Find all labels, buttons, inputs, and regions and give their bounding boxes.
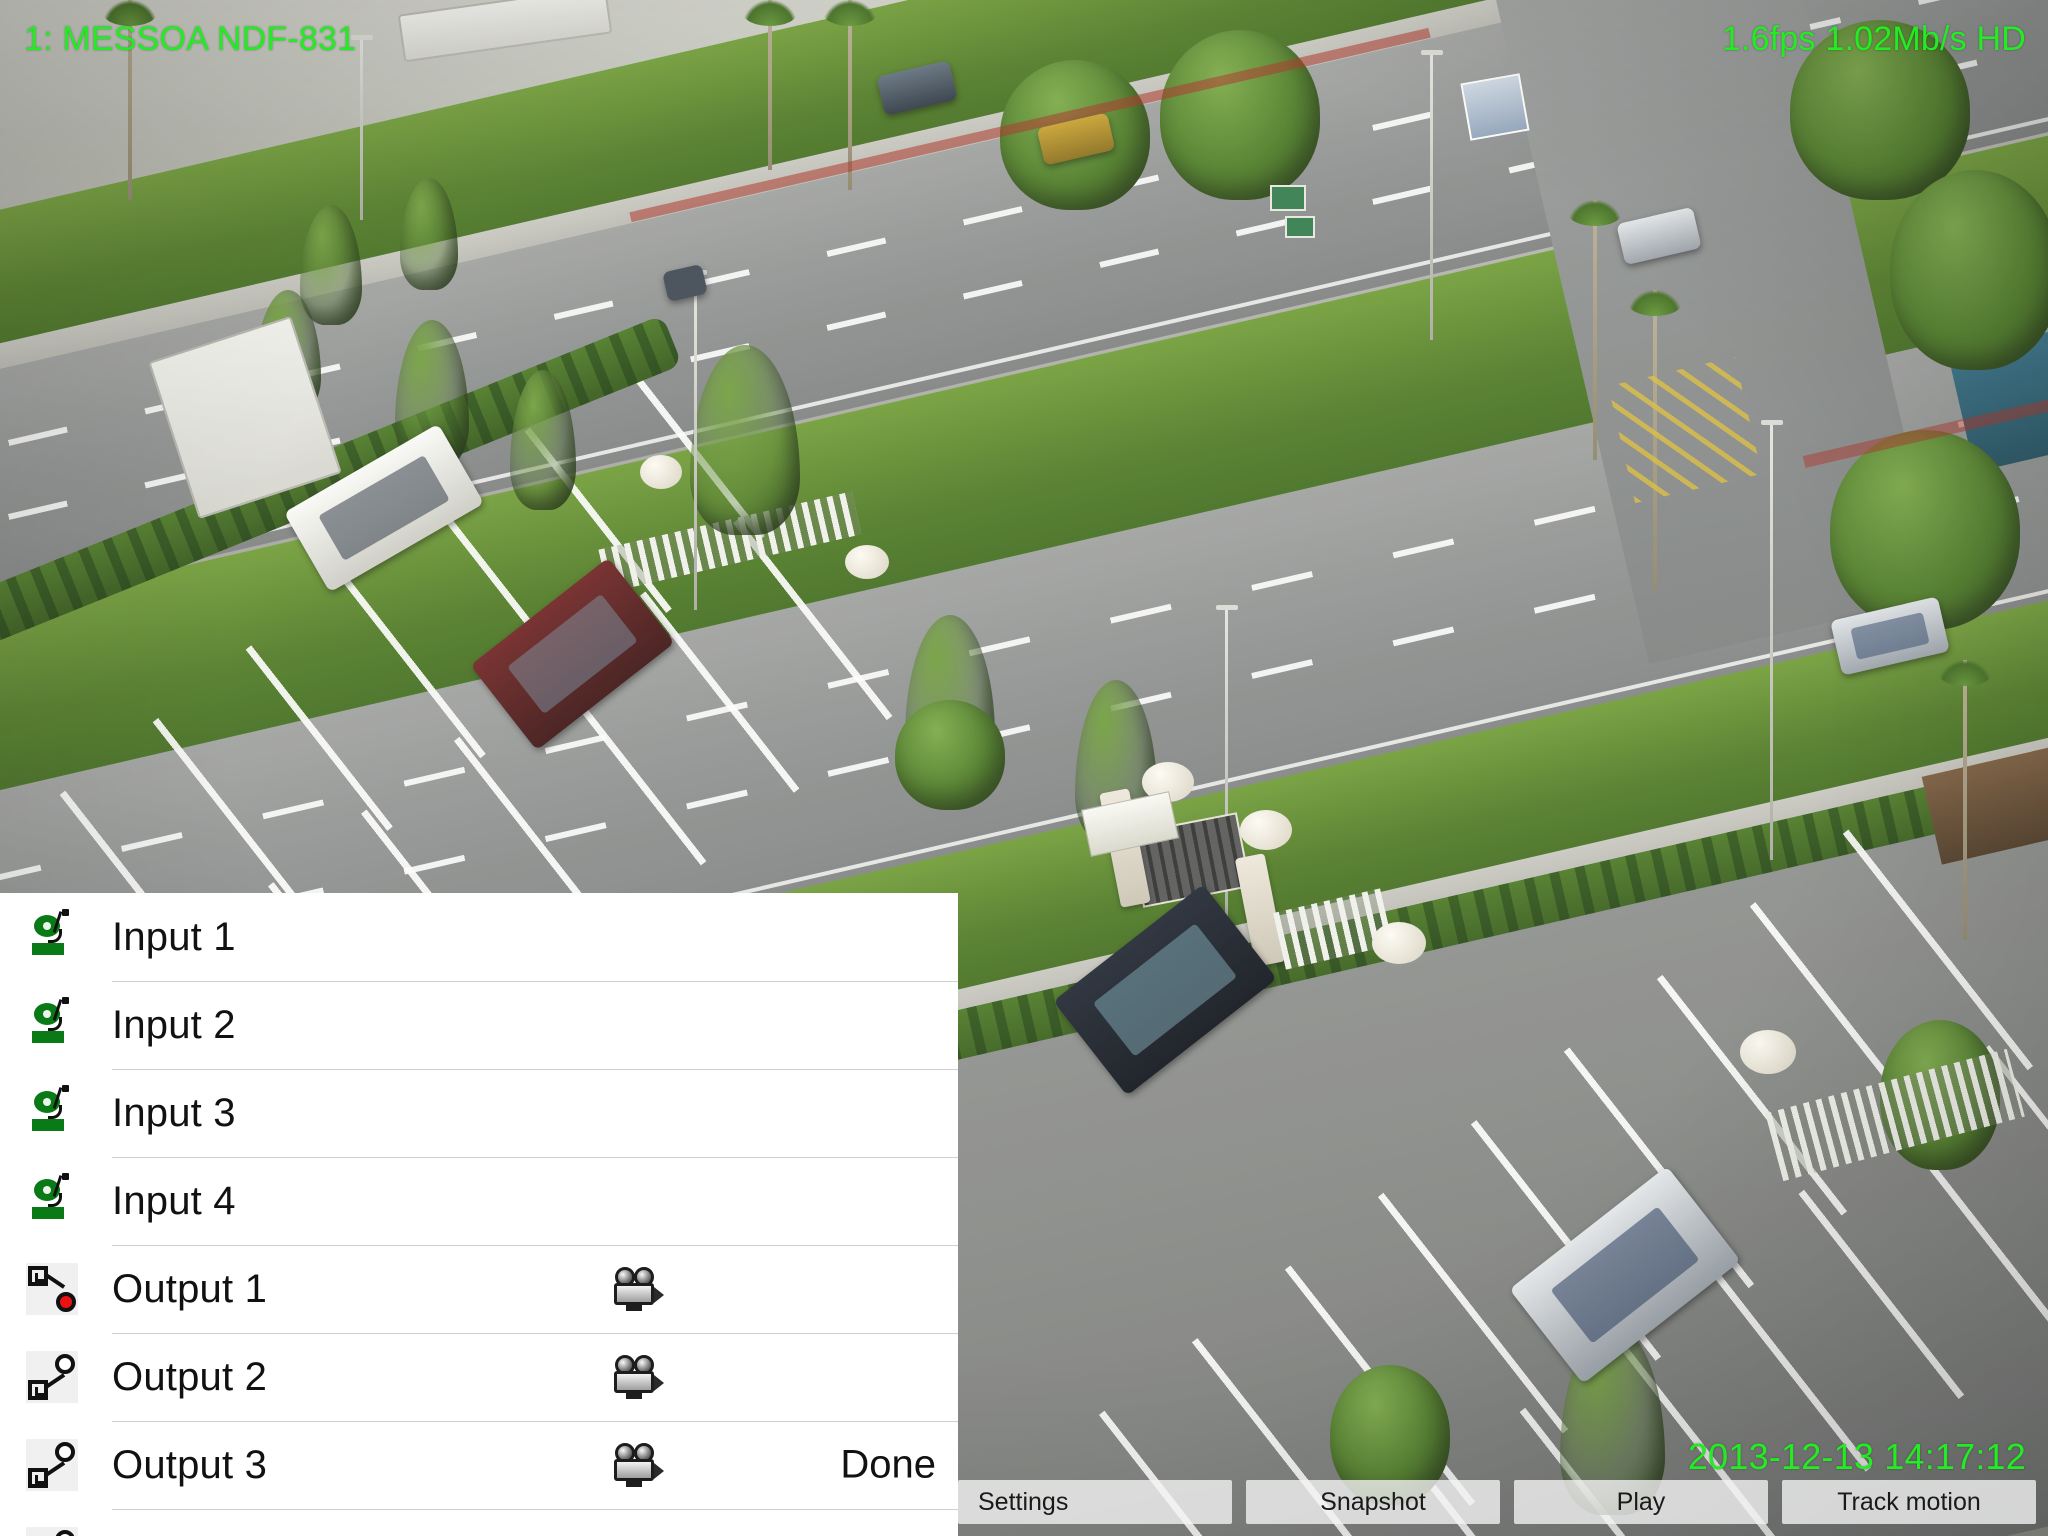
io-row-label: Input 3 [112, 1090, 236, 1135]
movie-camera-icon[interactable] [610, 1267, 666, 1311]
pillar-cap [1372, 922, 1426, 964]
billboard-sign [1460, 73, 1530, 141]
io-row-input-3[interactable]: Input 3 [0, 1069, 958, 1157]
track-motion-button[interactable]: Track motion [1782, 1480, 2036, 1524]
osd-stream-stats: 1.6fps 1.02Mb/s HD [1721, 20, 2026, 58]
relay-open-icon [26, 1439, 78, 1491]
io-row-label: Output 1 [112, 1266, 268, 1311]
sensor-input-icon [26, 997, 78, 1051]
io-list-panel: Input 1 Input 2 Input 3 Input 4 Output 1… [0, 893, 958, 1536]
settings-button[interactable]: Settings [958, 1480, 1232, 1524]
street-sign [1285, 216, 1315, 238]
light-pole [685, 270, 707, 610]
io-row-label: Input 2 [112, 1002, 236, 1047]
relay-open-icon [26, 1351, 78, 1403]
tree-round [895, 700, 1005, 810]
light-pole [351, 35, 373, 220]
pillar-cap [1240, 810, 1292, 850]
osd-timestamp: 2013-12-13 14:17:12 [1687, 1436, 2026, 1477]
io-row-output-2[interactable]: Output 2 [0, 1333, 958, 1421]
relay-closed-icon [26, 1263, 78, 1315]
io-row-output-4[interactable] [0, 1509, 958, 1536]
sensor-input-icon [26, 909, 78, 963]
io-row-input-2[interactable]: Input 2 [0, 981, 958, 1069]
io-row-input-1[interactable]: Input 1 [0, 893, 958, 981]
io-row-input-4[interactable]: Input 4 [0, 1157, 958, 1245]
io-row-label: Output 2 [112, 1354, 268, 1399]
io-row-label: Output 3 [112, 1442, 268, 1487]
pillar-cap [1740, 1030, 1796, 1074]
io-row-output-1[interactable]: Output 1 [0, 1245, 958, 1333]
play-button[interactable]: Play [1514, 1480, 1768, 1524]
relay-open-icon [26, 1527, 78, 1536]
light-pole [1761, 420, 1783, 860]
osd-camera-label: 1: MESSOA NDF-831 [24, 20, 357, 58]
palm-tree [1930, 660, 2000, 940]
io-row-label: Input 4 [112, 1178, 236, 1223]
light-pole [1421, 50, 1443, 340]
done-button[interactable]: Done [840, 1443, 936, 1488]
snapshot-button[interactable]: Snapshot [1246, 1480, 1500, 1524]
movie-camera-icon[interactable] [610, 1355, 666, 1399]
bottom-toolbar: Settings Snapshot Play Track motion [958, 1480, 2036, 1524]
io-row-output-3[interactable]: Output 3 Done [0, 1421, 958, 1509]
io-row-label: Input 1 [112, 914, 236, 959]
pillar-cap [640, 455, 682, 489]
tree-round [1890, 170, 2048, 370]
sensor-input-icon [26, 1173, 78, 1227]
pillar-cap [845, 545, 889, 579]
street-sign [1270, 185, 1306, 211]
movie-camera-icon[interactable] [610, 1443, 666, 1487]
palm-tree [740, 0, 800, 170]
sensor-input-icon [26, 1085, 78, 1139]
tree-round [1160, 30, 1320, 200]
camera-viewer-app: 1: MESSOA NDF-831 1.6fps 1.02Mb/s HD 201… [0, 0, 2048, 1536]
